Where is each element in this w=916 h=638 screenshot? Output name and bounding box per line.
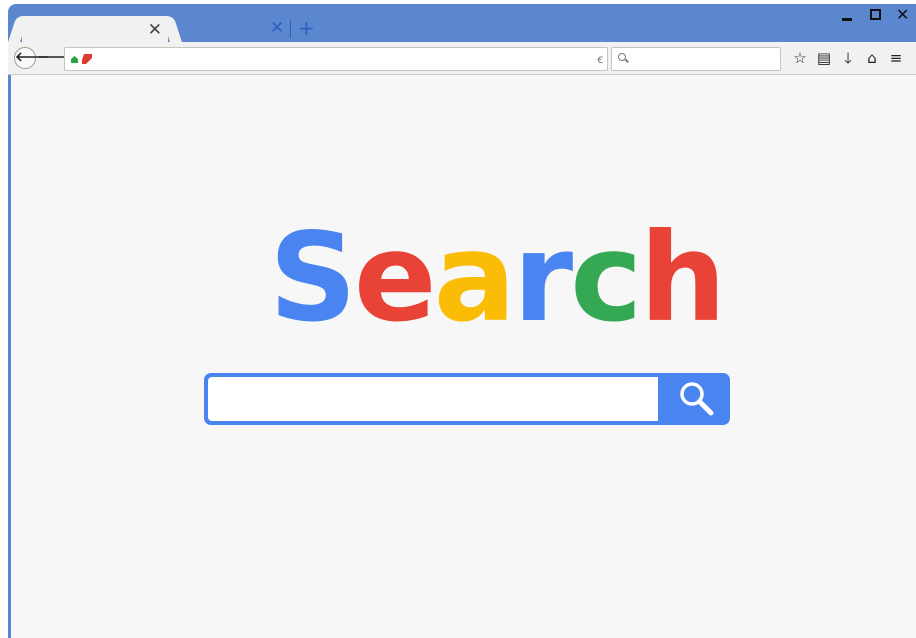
magnifier-icon [680,382,714,416]
home-icon[interactable]: ⌂ [864,49,880,67]
search-icon [618,53,626,61]
minimize-button[interactable] [840,6,856,24]
maximize-button[interactable] [868,6,884,24]
site-home-icon [71,56,78,63]
tab-strip: ✕ ✕ + ✕ [8,4,916,44]
reload-icon[interactable]: ꞓ [597,50,603,67]
toolbar-search-field[interactable] [611,47,781,71]
new-tab-button[interactable]: + [298,16,315,40]
site-identity[interactable] [71,53,97,65]
clipboard-icon[interactable]: ▤ [816,49,832,67]
search-input[interactable] [208,377,658,421]
toolbar-icons: ☆ ▤ 🡓 ⌂ ≡ [792,47,904,69]
site-warning-icon [82,54,92,64]
menu-icon[interactable]: ≡ [888,49,904,67]
logo-letter: a [433,207,516,349]
nav-buttons: 🡐 🡒 [14,47,72,69]
window-controls: ✕ [840,6,916,30]
search-logo: Search [269,207,726,349]
browser-window: ✕ ✕ + ✕ 🡐 🡒 ꞓ ☆ ▤ 🡓 ⌂ ≡ Search [8,4,916,638]
tab-close-icon[interactable]: ✕ [270,18,284,38]
tab-close-icon[interactable]: ✕ [148,20,162,40]
search-box [204,373,730,425]
toolbar: 🡐 🡒 ꞓ ☆ ▤ 🡓 ⌂ ≡ [8,42,916,75]
tab-separator [290,20,291,38]
search-button[interactable] [662,373,730,425]
download-icon[interactable]: 🡓 [840,49,856,67]
logo-letter: h [639,207,726,349]
logo-letter: e [353,207,437,349]
tab-active[interactable]: ✕ [22,16,168,44]
star-icon[interactable]: ☆ [792,49,808,67]
logo-letter: c [570,207,642,349]
address-bar[interactable]: ꞓ [64,47,608,71]
page-content: Search [11,75,916,638]
logo-letter: r [512,207,573,349]
close-window-button[interactable]: ✕ [896,6,912,24]
logo-letter: S [269,207,357,349]
back-button[interactable]: 🡐 [14,47,50,69]
